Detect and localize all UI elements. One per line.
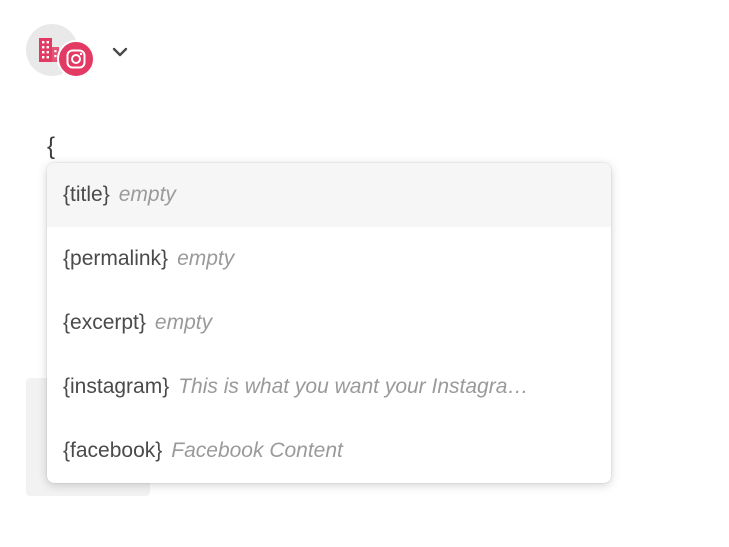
account-selector[interactable] [26,24,138,78]
suggestion-item-excerpt[interactable]: {excerpt} empty [47,291,611,355]
suggestion-item-permalink[interactable]: {permalink} empty [47,227,611,291]
building-icon [39,38,59,62]
suggestion-token: {instagram} [63,375,170,398]
editor-input[interactable]: { [47,132,55,162]
suggestion-token: {excerpt} [63,311,146,334]
composer-area: { {title} empty {permalink} empty {excer… [0,0,729,547]
suggestion-item-facebook[interactable]: {facebook} Facebook Content [47,419,611,483]
variable-suggestions-dropdown: {title} empty {permalink} empty {excerpt… [47,163,611,483]
suggestion-item-title[interactable]: {title} empty [47,163,611,227]
suggestion-value: empty [177,247,235,270]
suggestion-value: empty [154,311,213,334]
suggestion-token: {facebook} [63,439,163,462]
suggestion-value: empty [118,183,176,206]
instagram-icon [57,40,95,78]
suggestion-token: {title} [63,183,110,206]
suggestion-value: Facebook Content [171,439,343,462]
suggestion-value: This is what you want your Instagra… [178,375,529,398]
suggestion-item-instagram[interactable]: {instagram} This is what you want your I… [47,355,611,419]
suggestion-token: {permalink} [63,247,169,270]
chevron-down-icon[interactable] [110,42,130,62]
